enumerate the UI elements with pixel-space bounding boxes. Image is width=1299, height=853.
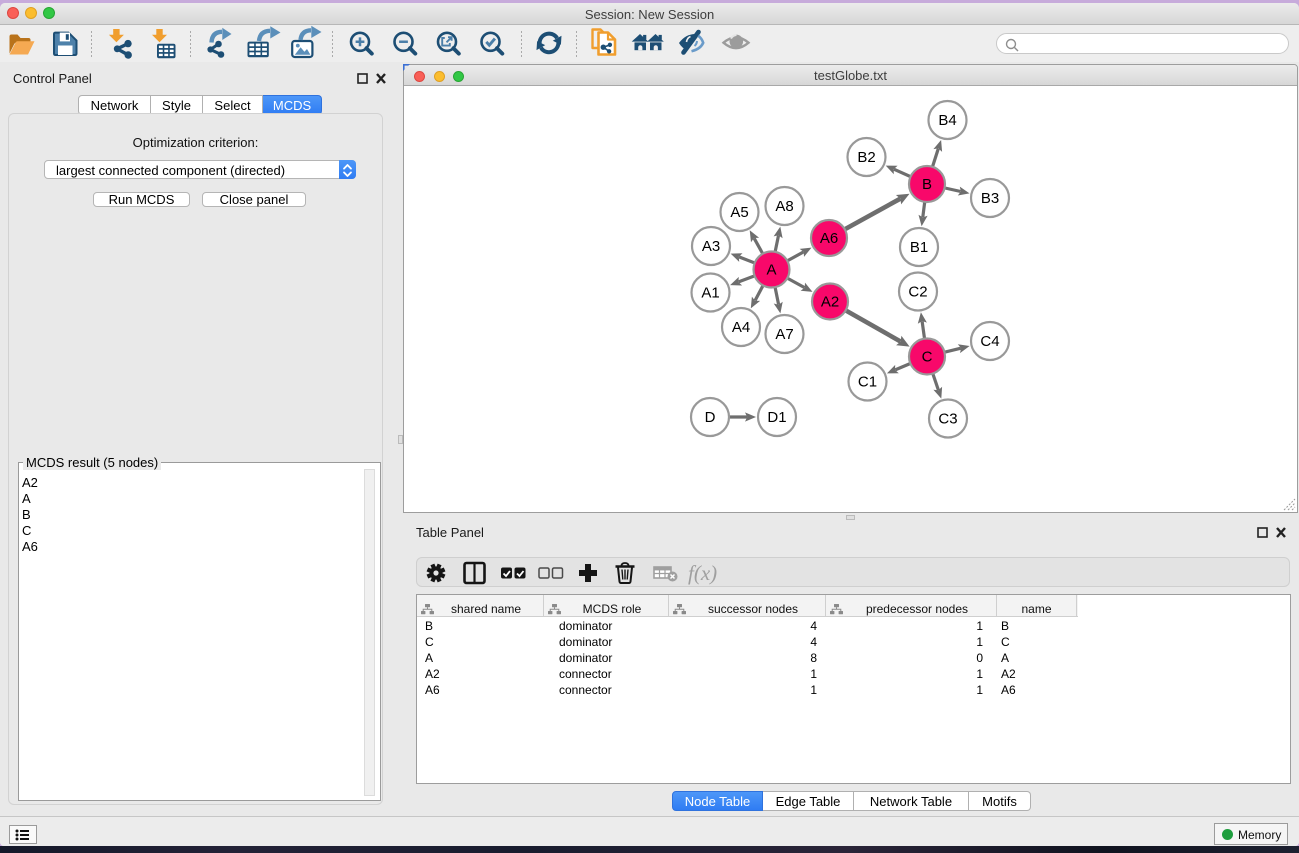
svg-text:A4: A4 [732, 319, 750, 336]
svg-text:C1: C1 [858, 374, 877, 391]
svg-text:D: D [705, 409, 716, 426]
svg-text:A8: A8 [775, 198, 793, 215]
svg-text:A2: A2 [821, 294, 839, 311]
svg-text:B2: B2 [857, 149, 875, 166]
svg-text:C3: C3 [938, 411, 957, 428]
svg-text:A: A [766, 262, 776, 279]
svg-text:C: C [922, 349, 933, 366]
svg-text:A7: A7 [775, 326, 793, 343]
svg-text:A1: A1 [701, 285, 719, 302]
svg-text:B1: B1 [910, 239, 928, 256]
svg-text:C2: C2 [908, 284, 927, 301]
svg-text:A5: A5 [730, 204, 748, 221]
svg-text:B4: B4 [938, 112, 956, 129]
svg-text:f(x): f(x) [688, 561, 717, 585]
svg-text:D1: D1 [767, 409, 786, 426]
svg-text:C4: C4 [980, 333, 999, 350]
svg-text:A3: A3 [702, 238, 720, 255]
svg-text:B: B [922, 176, 932, 193]
svg-text:B3: B3 [981, 190, 999, 207]
svg-text:A6: A6 [820, 230, 838, 247]
